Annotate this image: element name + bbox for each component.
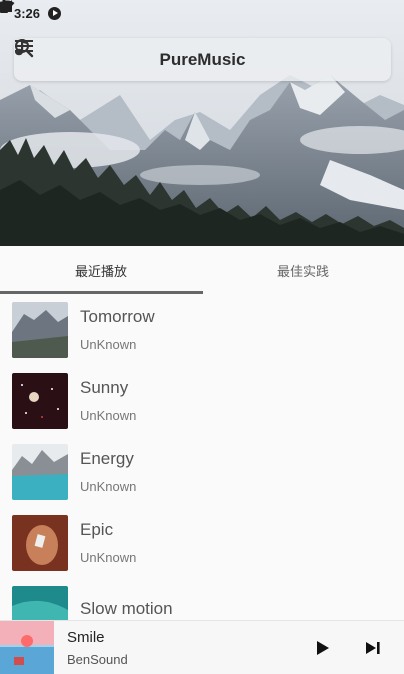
album-art bbox=[12, 514, 68, 571]
album-art bbox=[12, 372, 68, 429]
header-banner: 3:26 PureMusic bbox=[0, 0, 404, 246]
battery-icon bbox=[0, 0, 8, 13]
song-artist: UnKnown bbox=[80, 479, 137, 494]
song-title: Slow motion bbox=[80, 598, 173, 618]
search-icon bbox=[15, 39, 34, 58]
media-playing-icon bbox=[48, 6, 62, 20]
skip-next-icon bbox=[366, 641, 380, 654]
song-title: Energy bbox=[80, 449, 134, 468]
now-playing-bar[interactable]: Smile BenSound bbox=[0, 620, 404, 674]
song-row-slow-motion[interactable]: Slow motion bbox=[0, 578, 404, 620]
song-artist: UnKnown bbox=[80, 550, 137, 565]
song-row-energy[interactable]: Energy UnKnown bbox=[0, 436, 404, 507]
search-button[interactable] bbox=[15, 39, 379, 71]
song-artist: UnKnown bbox=[80, 408, 137, 423]
song-title: Sunny bbox=[80, 378, 129, 397]
status-time: 3:26 bbox=[14, 5, 41, 21]
mountain-landscape-image bbox=[0, 0, 404, 246]
album-art bbox=[12, 301, 68, 358]
app-bar: PureMusic bbox=[14, 38, 391, 81]
app-title-text: PureMusic bbox=[159, 49, 246, 69]
song-artist: UnKnown bbox=[80, 337, 137, 352]
play-button[interactable] bbox=[312, 637, 334, 659]
now-playing-album-art bbox=[0, 620, 54, 674]
song-title: Tomorrow bbox=[80, 307, 155, 326]
now-playing-title: Smile bbox=[67, 628, 105, 646]
now-playing-artist: BenSound bbox=[67, 651, 128, 667]
status-bar: 3:26 bbox=[0, 0, 404, 26]
song-title: Epic bbox=[80, 520, 114, 539]
play-icon bbox=[317, 640, 329, 655]
album-art bbox=[12, 585, 68, 620]
tab-recent[interactable]: 最近播放 bbox=[0, 246, 203, 294]
song-row-epic[interactable]: Epic UnKnown bbox=[0, 507, 404, 578]
tab-recent-label: 最近播放 bbox=[74, 263, 127, 279]
song-row-sunny[interactable]: Sunny UnKnown bbox=[0, 365, 404, 436]
album-art bbox=[12, 443, 68, 500]
song-list: Tomorrow UnKnown Sunny UnKnown Energy Un… bbox=[0, 294, 404, 620]
tab-best-practice[interactable]: 最佳实践 bbox=[202, 246, 404, 294]
tab-best-practice-label: 最佳实践 bbox=[276, 263, 329, 279]
next-button[interactable] bbox=[362, 637, 384, 659]
app-title: PureMusic bbox=[15, 39, 246, 70]
tab-bar: 最近播放 最佳实践 bbox=[0, 246, 404, 294]
song-row-tomorrow[interactable]: Tomorrow UnKnown bbox=[0, 294, 404, 365]
